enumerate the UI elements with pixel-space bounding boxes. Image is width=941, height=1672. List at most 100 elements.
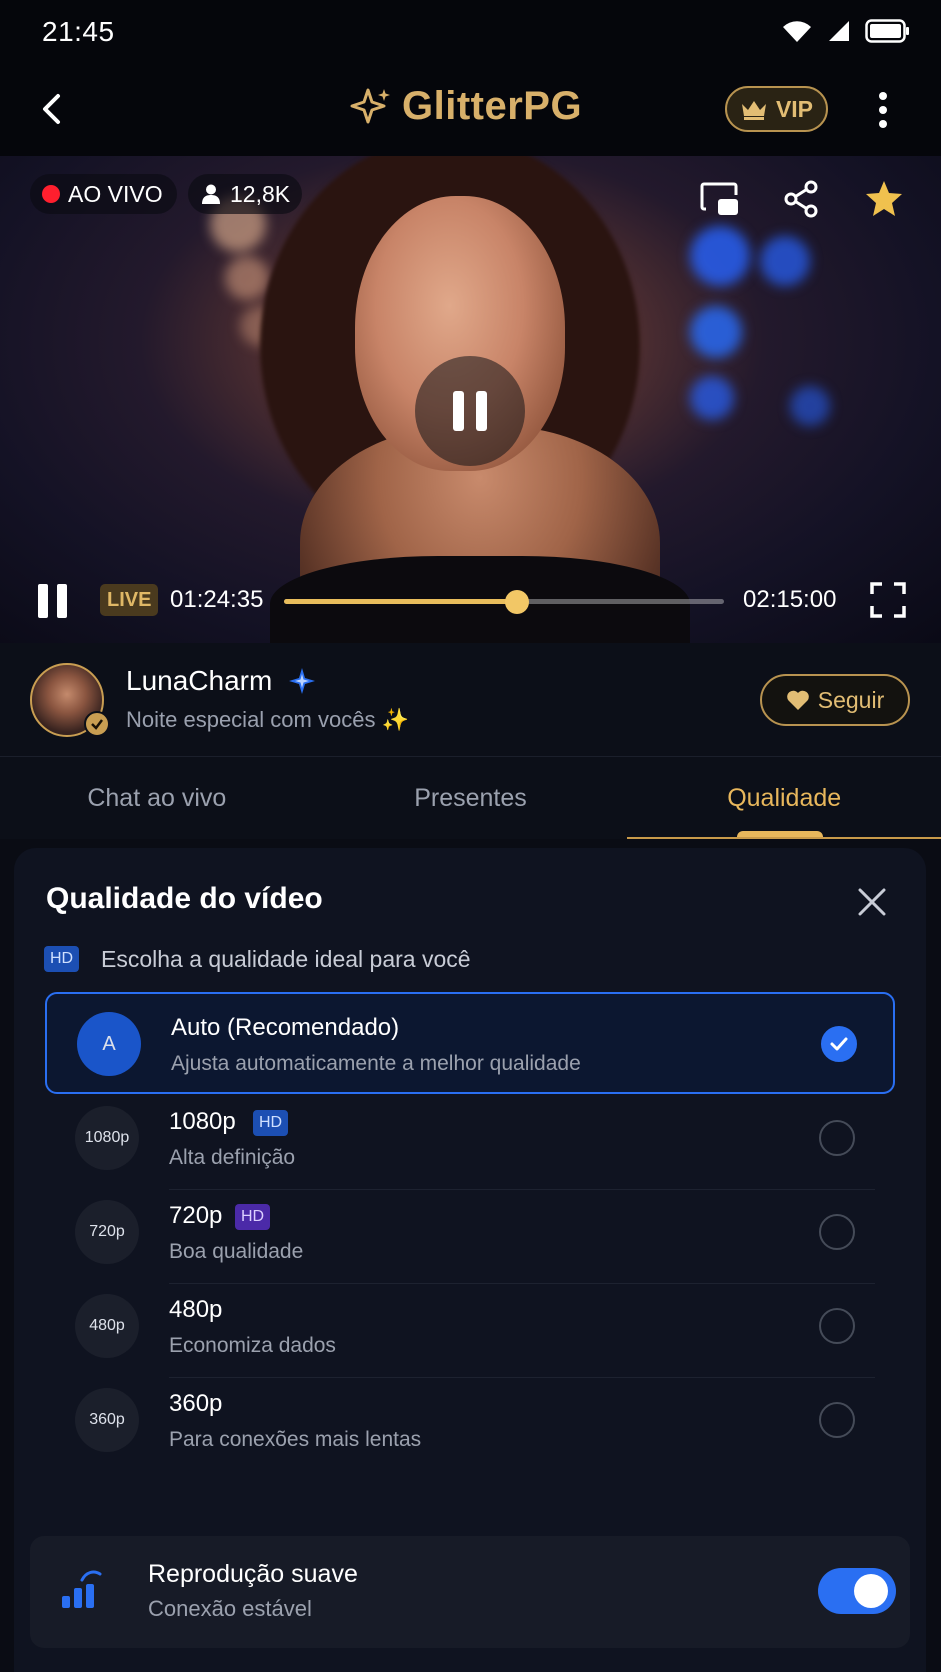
bokeh-light — [690, 306, 742, 358]
pause-bar — [57, 584, 67, 618]
bokeh-light — [790, 386, 830, 426]
battery-icon — [865, 19, 909, 43]
signal-bars-icon — [62, 1570, 102, 1608]
option-icon: 720p — [75, 1200, 139, 1264]
sparkle-logo-icon — [350, 88, 390, 123]
signal-icon — [829, 21, 849, 41]
quality-option-720p[interactable]: 720p 720p HD Boa qualidade — [45, 1182, 895, 1284]
option-radio[interactable] — [819, 1120, 855, 1156]
check-icon — [830, 1037, 848, 1051]
quality-sheet: Qualidade do vídeo HD Escolha a qualidad… — [14, 848, 926, 1672]
progress-handle[interactable] — [505, 590, 530, 614]
app-bar: GlitterPG VIP — [0, 62, 941, 156]
viewer-count: 12,8K — [188, 174, 303, 214]
vip-label: VIP — [775, 95, 814, 122]
option-radio-checked[interactable] — [821, 1026, 857, 1062]
sheet-subtitle: Escolha a qualidade ideal para você — [101, 946, 471, 972]
current-time: 01:24:35 — [170, 586, 264, 613]
more-dot — [879, 120, 887, 128]
quality-option-1080p[interactable]: 1080p 1080p HD Alta definição — [45, 1088, 895, 1190]
live-dot — [42, 185, 60, 203]
app-name: GlitterPG — [402, 84, 583, 128]
toggle-knob — [854, 1574, 888, 1608]
live-tag: LIVE — [100, 584, 159, 616]
bokeh-light — [225, 256, 269, 300]
smooth-description: Conexão estável — [148, 1596, 312, 1621]
option-title: 360p — [169, 1390, 223, 1417]
crown-icon — [741, 101, 766, 120]
hd-badge: HD — [44, 946, 80, 972]
option-description: Economiza dados — [169, 1334, 336, 1357]
sparkle-badge-icon — [289, 668, 315, 694]
smooth-title: Reprodução suave — [148, 1560, 358, 1588]
more-dot — [879, 106, 887, 114]
follow-button[interactable]: Seguir — [760, 674, 910, 726]
status-bar: 21:45 — [0, 0, 941, 62]
heart-icon — [786, 690, 809, 710]
pause-bar — [476, 391, 487, 431]
option-description: Alta definição — [169, 1146, 296, 1169]
tab-chat[interactable]: Chat ao vivo — [0, 757, 314, 839]
sheet-title: Qualidade do vídeo — [46, 882, 323, 915]
option-title: Auto (Recomendado) — [171, 1014, 400, 1041]
share-button[interactable] — [780, 178, 822, 220]
verified-badge — [84, 711, 110, 737]
option-description: Boa qualidade — [169, 1240, 304, 1263]
option-icon: 480p — [75, 1294, 139, 1358]
fullscreen-icon — [870, 582, 906, 618]
video-player[interactable]: AO VIVO 12,8K LIVE 01:24:35 02:15:00 — [0, 156, 941, 643]
live-label: AO VIVO — [68, 180, 163, 207]
progress-fill — [284, 599, 518, 604]
more-dot — [879, 92, 887, 100]
option-icon: A — [77, 1012, 141, 1076]
option-radio[interactable] — [819, 1308, 855, 1344]
pause-button[interactable] — [38, 584, 68, 618]
more-options-button[interactable] — [868, 88, 898, 132]
star-icon — [866, 181, 902, 216]
quality-option-480p[interactable]: 480p 480p Economiza dados — [45, 1276, 895, 1378]
bokeh-light — [690, 376, 734, 420]
status-time: 21:45 — [42, 16, 115, 47]
pause-bar — [38, 584, 48, 618]
hd-badge: HD — [235, 1204, 271, 1230]
option-icon: 360p — [75, 1388, 139, 1452]
tab-bar: Chat ao vivo Presentes Qualidade — [0, 757, 941, 839]
option-description: Ajusta automaticamente a melhor qualidad… — [171, 1052, 581, 1075]
chevron-left-icon — [43, 94, 60, 124]
streamer-info: LunaCharm Noite especial com vocês ✨ Seg… — [0, 643, 941, 757]
option-icon: 1080p — [75, 1106, 139, 1170]
pause-bar — [453, 391, 464, 431]
quality-option-auto[interactable]: A Auto (Recomendado) Ajusta automaticame… — [45, 992, 895, 1094]
vip-button[interactable]: VIP — [725, 86, 828, 132]
progress-bar[interactable] — [284, 590, 724, 614]
center-pause-button[interactable] — [415, 356, 525, 466]
close-button[interactable] — [856, 886, 888, 918]
person-icon — [202, 184, 220, 204]
viewer-count-value: 12,8K — [230, 180, 291, 207]
cast-button[interactable] — [699, 178, 741, 220]
hd-badge: HD — [253, 1110, 289, 1136]
streamer-name[interactable]: LunaCharm — [126, 665, 272, 697]
back-button[interactable] — [30, 86, 76, 132]
share-icon — [784, 180, 818, 218]
total-time: 02:15:00 — [743, 586, 837, 613]
option-description: Para conexões mais lentas — [169, 1428, 422, 1451]
option-radio[interactable] — [819, 1214, 855, 1250]
fullscreen-button[interactable] — [870, 582, 906, 618]
quality-option-360p[interactable]: 360p 360p Para conexões mais lentas — [45, 1370, 895, 1472]
picture-in-picture-icon — [700, 182, 738, 215]
app-logo: GlitterPG — [350, 84, 582, 129]
status-icons — [781, 18, 911, 44]
tab-quality[interactable]: Qualidade — [627, 757, 941, 839]
follow-label: Seguir — [817, 686, 885, 713]
bokeh-light — [760, 236, 810, 286]
option-title: 1080p — [169, 1108, 236, 1135]
tab-gifts[interactable]: Presentes — [314, 757, 628, 839]
streamer-subtitle: Noite especial com vocês ✨ — [126, 707, 409, 732]
option-title: 720p — [169, 1202, 223, 1229]
option-radio[interactable] — [819, 1402, 855, 1438]
close-icon — [858, 888, 886, 916]
check-icon — [91, 719, 103, 730]
favorite-button[interactable] — [863, 178, 905, 220]
smooth-playback-toggle[interactable] — [818, 1568, 896, 1614]
